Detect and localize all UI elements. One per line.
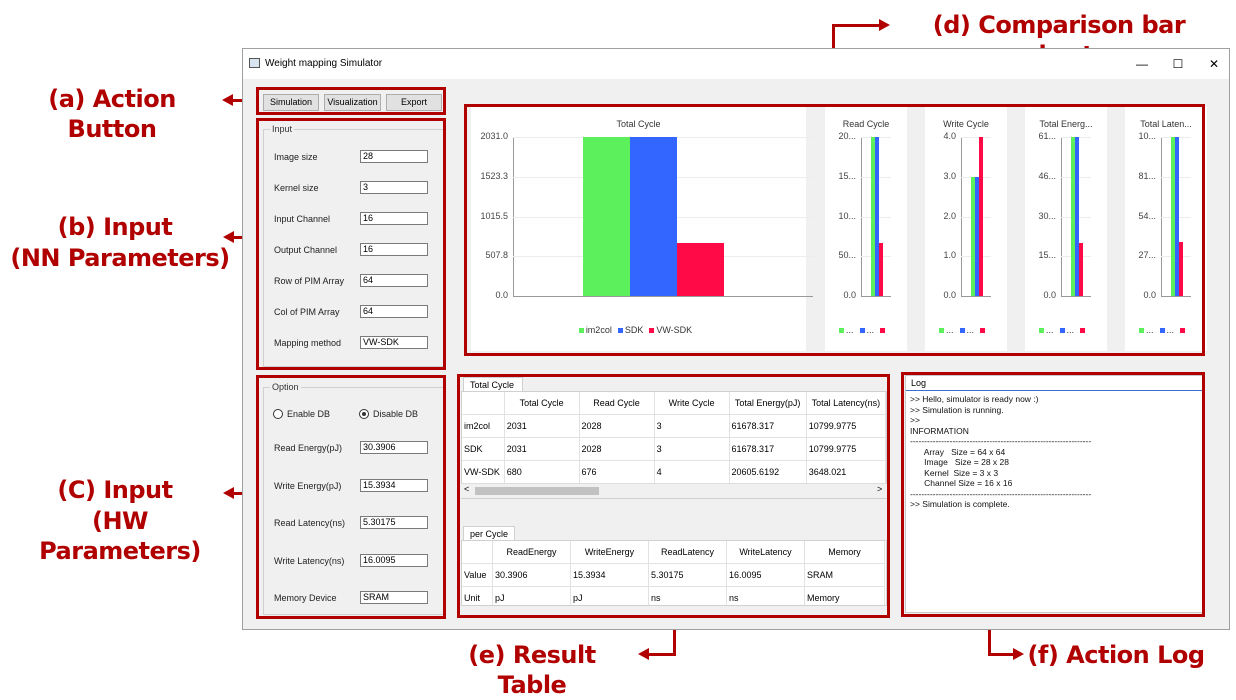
- callout-e-arrow-horizontal: [648, 653, 676, 656]
- highlight-nn-input: [256, 118, 446, 370]
- arrowhead-left-icon: [223, 487, 234, 499]
- highlight-result-table: [457, 374, 890, 618]
- highlight-action-button: [256, 87, 446, 115]
- arrowhead-right-icon: [1013, 648, 1024, 660]
- arrowhead-left-icon: [223, 231, 234, 243]
- title-bar: Weight mapping Simulator — ☐ ✕: [243, 49, 1229, 79]
- highlight-action-log: [901, 372, 1205, 617]
- minimize-button[interactable]: —: [1133, 55, 1151, 73]
- highlight-hw-input: [256, 375, 446, 619]
- callout-input-hw-title: (C) Input: [57, 476, 173, 504]
- callout-input-nn-subtitle: (NN Parameters): [10, 244, 230, 272]
- callout-result-table: (e) Result Table: [468, 641, 596, 699]
- arrowhead-right-icon: [879, 19, 890, 31]
- callout-action-button: (a) Action Button: [48, 85, 176, 143]
- maximize-button[interactable]: ☐: [1169, 55, 1187, 73]
- callout-input-nn-title: (b) Input: [57, 213, 173, 241]
- arrowhead-left-icon: [222, 94, 233, 106]
- app-icon: [249, 58, 260, 68]
- arrowhead-left-icon: [638, 648, 649, 660]
- window-title: Weight mapping Simulator: [265, 58, 383, 69]
- callout-input-hw-subtitle: (HW Parameters): [39, 507, 201, 565]
- callout-f-arrow-horizontal: [988, 653, 1014, 656]
- close-button[interactable]: ✕: [1205, 55, 1223, 73]
- highlight-comparison-chart: [464, 104, 1205, 356]
- callout-action-log: (f) Action Log: [1027, 641, 1205, 669]
- callout-d-arrow-horizontal: [832, 24, 880, 27]
